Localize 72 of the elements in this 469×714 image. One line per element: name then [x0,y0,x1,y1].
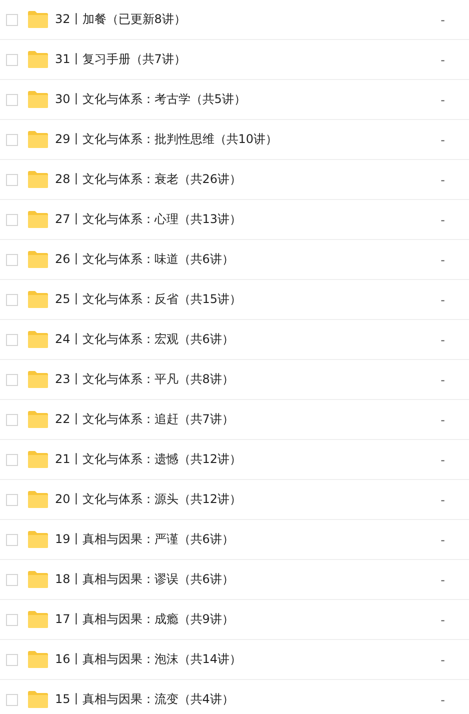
checkbox[interactable] [6,134,18,146]
checkbox[interactable] [6,294,18,306]
folder-icon [28,611,48,628]
folder-icon [28,531,48,548]
folder-name[interactable]: 26丨文化与体系：味道（共6讲） [55,251,234,268]
checkbox[interactable] [6,94,18,106]
file-size: - [440,692,445,706]
file-size: - [440,492,445,506]
checkbox[interactable] [6,14,18,26]
folder-name[interactable]: 19丨真相与因果：严谨（共6讲） [55,531,234,548]
folder-name[interactable]: 15丨真相与因果：流变（共4讲） [55,691,234,708]
folder-name[interactable]: 22丨文化与体系：追赶（共7讲） [55,411,234,428]
checkbox[interactable] [6,174,18,186]
folder-icon [28,651,48,668]
folder-icon [28,251,48,268]
folder-name[interactable]: 29丨文化与体系：批判性思维（共10讲） [55,131,278,148]
folder-icon [28,131,48,148]
folder-name[interactable]: 27丨文化与体系：心理（共13讲） [55,211,242,228]
folder-icon [28,371,48,388]
folder-name[interactable]: 20丨文化与体系：源头（共12讲） [55,491,242,508]
folder-icon [28,451,48,468]
file-size: - [440,292,445,306]
checkbox[interactable] [6,414,18,426]
folder-icon [28,411,48,428]
checkbox[interactable] [6,214,18,226]
file-size: - [440,172,445,186]
folder-icon [28,491,48,508]
folder-icon [28,171,48,188]
file-size: - [440,332,445,346]
folder-icon [28,571,48,588]
folder-icon [28,11,48,28]
folder-icon [28,291,48,308]
file-size: - [440,12,445,26]
checkbox[interactable] [6,534,18,546]
file-size: - [440,532,445,546]
file-size: - [440,132,445,146]
folder-icon [28,331,48,348]
folder-name[interactable]: 25丨文化与体系：反省（共15讲） [55,291,242,308]
file-size: - [440,372,445,386]
folder-name[interactable]: 24丨文化与体系：宏观（共6讲） [55,331,234,348]
checkbox[interactable] [6,374,18,386]
folder-name[interactable]: 21丨文化与体系：遗憾（共12讲） [55,451,242,468]
checkbox[interactable] [6,614,18,626]
checkbox[interactable] [6,254,18,266]
file-size: - [440,612,445,626]
folder-name[interactable]: 30丨文化与体系：考古学（共5讲） [55,91,246,108]
file-size: - [440,572,445,586]
folder-name[interactable]: 32丨加餐（已更新8讲） [55,11,186,28]
folder-icon [28,51,48,68]
checkbox[interactable] [6,574,18,586]
checkbox[interactable] [6,334,18,346]
folder-name[interactable]: 16丨真相与因果：泡沫（共14讲） [55,651,242,668]
folder-name[interactable]: 28丨文化与体系：衰老（共26讲） [55,171,242,188]
folder-icon [28,91,48,108]
file-size: - [440,652,445,666]
folder-name[interactable]: 31丨复习手册（共7讲） [55,51,186,68]
file-size: - [440,212,445,226]
file-size: - [440,252,445,266]
file-size: - [440,92,445,106]
folder-icon [28,211,48,228]
file-size: - [440,52,445,66]
folder-name[interactable]: 17丨真相与因果：成瘾（共9讲） [55,611,234,628]
checkbox[interactable] [6,694,18,706]
checkbox[interactable] [6,454,18,466]
folder-name[interactable]: 23丨文化与体系：平凡（共8讲） [55,371,234,388]
checkbox[interactable] [6,494,18,506]
folder-icon [28,691,48,708]
folder-name[interactable]: 18丨真相与因果：谬误（共6讲） [55,571,234,588]
file-size: - [440,452,445,466]
checkbox[interactable] [6,54,18,66]
file-size: - [440,412,445,426]
checkbox[interactable] [6,654,18,666]
